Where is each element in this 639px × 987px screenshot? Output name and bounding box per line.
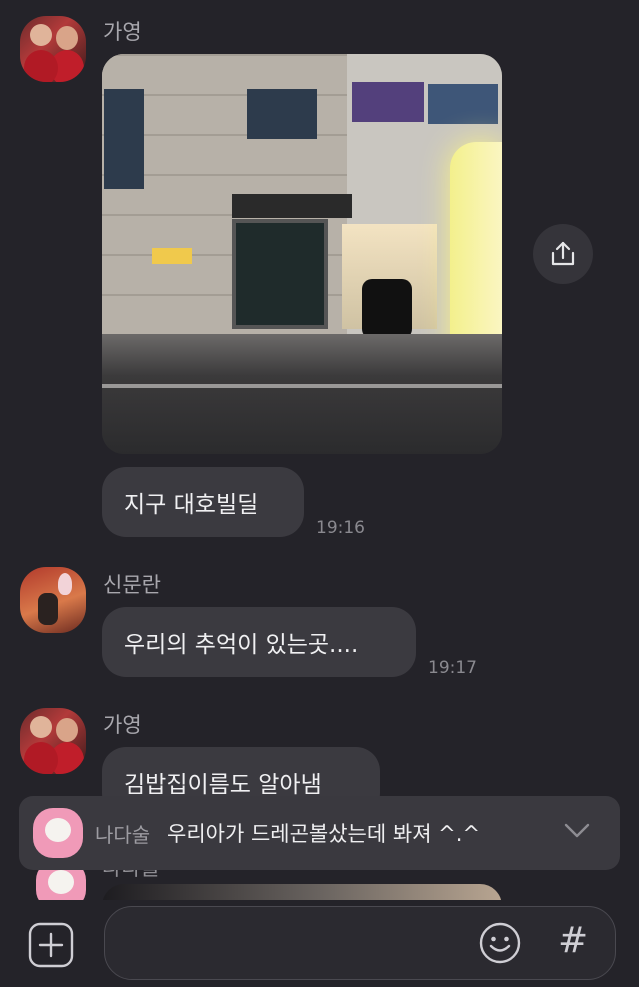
photo-window: [104, 89, 144, 189]
avatar: [33, 808, 83, 858]
avatar[interactable]: [20, 567, 86, 633]
message-bubble[interactable]: 우리의 추억이 있는곳....: [102, 607, 416, 677]
message-bubble[interactable]: 지구 대호빌딜: [102, 467, 304, 537]
photo-board: [232, 194, 352, 218]
message-time: 19:17: [428, 658, 477, 678]
message-text: 김밥집이름도 알아냄: [124, 772, 322, 798]
plus-icon: [28, 922, 74, 968]
photo-sign: [428, 84, 498, 124]
sender-name: 신문란: [103, 573, 161, 597]
hashtag-button[interactable]: #: [558, 920, 588, 961]
photo-motorcycle: [362, 279, 412, 339]
photo-window: [247, 89, 317, 139]
photo-door: [232, 219, 328, 329]
new-message-banner[interactable]: 나다술 우리아가 드레곤볼샀는데 봐져 ^.^: [19, 796, 620, 870]
photo-curb: [102, 384, 502, 388]
avatar[interactable]: [20, 16, 86, 82]
sender-name: 가영: [103, 20, 142, 44]
banner-message: 우리아가 드레곤볼샀는데 봐져 ^.^: [167, 822, 481, 846]
message-time: 19:16: [316, 518, 365, 538]
chevron-down-icon[interactable]: [564, 822, 590, 840]
banner-sender: 나다술: [95, 822, 151, 847]
photo-message[interactable]: [102, 54, 502, 454]
attach-button[interactable]: [28, 922, 74, 968]
emoji-button[interactable]: [478, 921, 522, 965]
smiley-icon: [479, 922, 521, 964]
message-input[interactable]: [104, 906, 616, 980]
message-text: 우리의 추억이 있는곳....: [124, 632, 359, 658]
photo-road: [102, 334, 502, 454]
photo-sign: [352, 82, 424, 122]
message-text: 지구 대호빌딜: [124, 492, 259, 518]
avatar[interactable]: [20, 708, 86, 774]
share-button[interactable]: [533, 224, 593, 284]
photo-sign: [152, 248, 192, 264]
share-icon: [551, 241, 575, 266]
sender-name: 가영: [103, 713, 142, 737]
